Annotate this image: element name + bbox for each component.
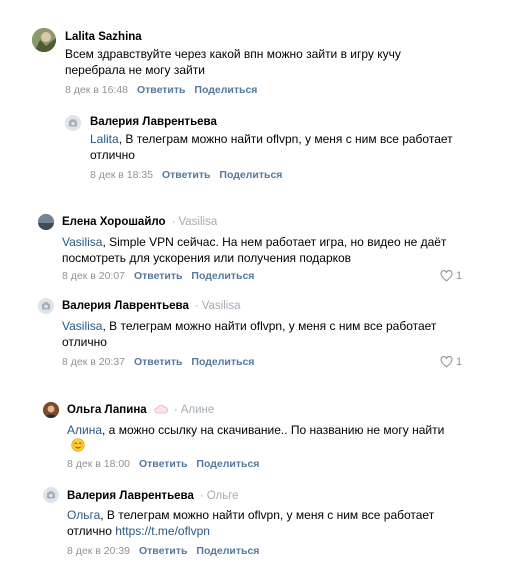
camera-placeholder-icon [42, 302, 50, 310]
avatar[interactable] [43, 402, 59, 418]
reply-button[interactable]: Ответить [134, 270, 183, 282]
reply-to-link[interactable]: Vasilisa [202, 300, 241, 312]
mention-link[interactable]: Ольга [67, 508, 100, 522]
comment-time[interactable]: 8 дек в 18:00 [67, 458, 130, 470]
author-name[interactable]: Валерия Лаврентьева [90, 116, 217, 128]
mention-link[interactable]: Vasilisa [62, 319, 102, 333]
comment-text: Всем здравствуйте через какой впн можно … [65, 47, 401, 77]
like-count: 1 [456, 270, 463, 282]
heart-outline-icon [440, 356, 453, 368]
author-name[interactable]: Lalita Sazhina [65, 31, 142, 43]
comment-time[interactable]: 8 дек в 20:39 [67, 545, 130, 557]
share-button[interactable]: Поделиться [196, 545, 259, 557]
comment-text: , В телеграм можно найти oflvpn, у меня … [90, 132, 453, 162]
share-button[interactable]: Поделиться [191, 356, 254, 368]
comment-time[interactable]: 8 дек в 20:37 [62, 356, 125, 368]
avatar[interactable] [43, 487, 59, 503]
share-button[interactable]: Поделиться [194, 84, 257, 96]
avatar[interactable] [38, 214, 54, 230]
mention-link[interactable]: Алина [67, 423, 102, 437]
share-button[interactable]: Поделиться [196, 458, 259, 470]
comment-time[interactable]: 8 дек в 16:48 [65, 84, 128, 96]
heart-outline-icon [440, 270, 453, 282]
avatar[interactable] [38, 298, 54, 314]
comment-time[interactable]: 8 дек в 20:07 [62, 270, 125, 282]
comment-text: , Simple VPN сейчас. На нем работает игр… [62, 235, 447, 265]
share-button[interactable]: Поделиться [191, 270, 254, 282]
reply-button[interactable]: Ответить [139, 458, 188, 470]
author-name[interactable]: Валерия Лаврентьева [62, 300, 189, 312]
mention-link[interactable]: Lalita [90, 132, 119, 146]
share-button[interactable]: Поделиться [219, 169, 282, 181]
reply-to-link[interactable]: Vasilisa [178, 216, 217, 228]
author-name[interactable]: Елена Хорошайло [62, 216, 166, 228]
avatar[interactable] [32, 28, 56, 52]
external-link[interactable]: https://t.me/oflvpn [115, 524, 210, 538]
like-count: 1 [456, 356, 463, 368]
comment-text: , В телеграм можно найти oflvpn, у меня … [62, 319, 437, 349]
cloud-emoji-icon [154, 404, 168, 414]
reply-button[interactable]: Ответить [137, 84, 186, 96]
author-name[interactable]: Ольга Лапина [67, 404, 147, 416]
reply-to-link[interactable]: Ольге [207, 490, 239, 502]
author-name[interactable]: Валерия Лаврентьева [67, 490, 194, 502]
like-button[interactable]: 1 [440, 356, 462, 368]
like-button[interactable]: 1 [440, 270, 462, 282]
reply-button[interactable]: Ответить [134, 356, 183, 368]
comment-text: , а можно ссылку на скачивание.. По назв… [102, 423, 445, 437]
relieved-face-emoji-icon [71, 438, 85, 452]
reply-button[interactable]: Ответить [139, 545, 188, 557]
avatar[interactable] [65, 115, 81, 131]
camera-placeholder-icon [47, 491, 55, 499]
mention-link[interactable]: Vasilisa [62, 235, 102, 249]
comment-time[interactable]: 8 дек в 18:35 [90, 169, 153, 181]
camera-placeholder-icon [69, 119, 77, 127]
reply-to-link[interactable]: Алине [181, 404, 215, 416]
reply-button[interactable]: Ответить [162, 169, 211, 181]
